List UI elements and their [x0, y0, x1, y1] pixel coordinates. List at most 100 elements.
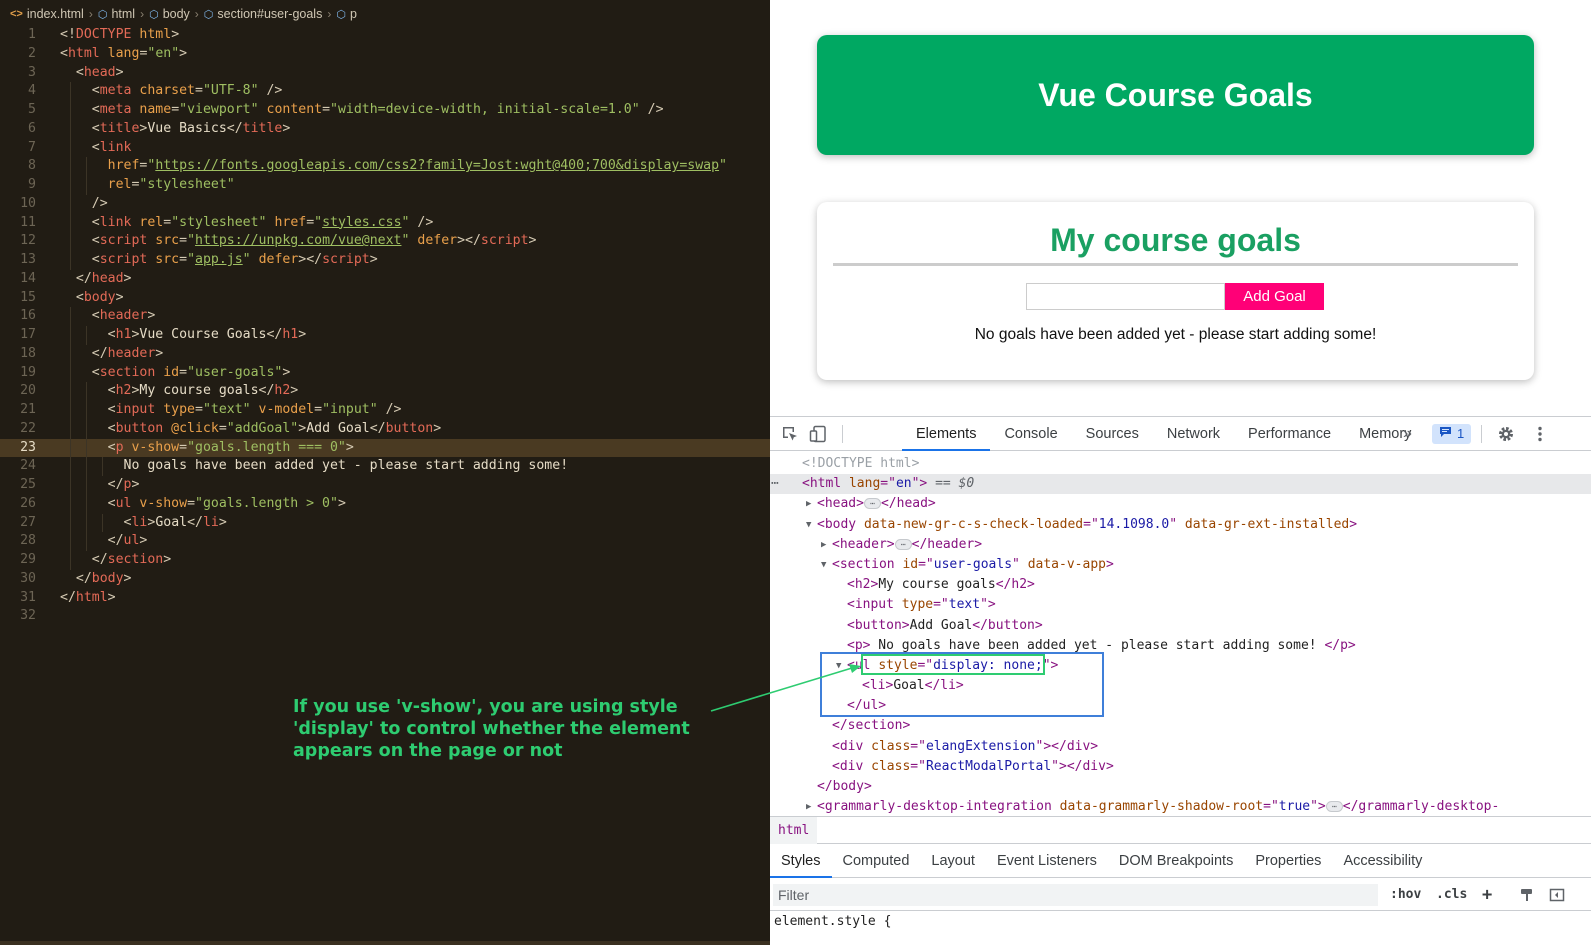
tab-elements[interactable]: Elements — [902, 417, 991, 451]
element-icon: ⬡ — [149, 8, 159, 21]
collapse-triangle-icon[interactable]: ▼ — [821, 555, 826, 575]
code-line[interactable]: 20 <h2>My course goals</h2> — [0, 382, 770, 401]
tab-accessibility[interactable]: Accessibility — [1332, 845, 1433, 878]
tab-console[interactable]: Console — [990, 417, 1071, 451]
tab-network[interactable]: Network — [1153, 417, 1234, 451]
line-code: <button @click="addGoal">Add Goal</butto… — [60, 420, 442, 436]
code-line[interactable]: 28 </ul> — [0, 532, 770, 551]
paint-brush-icon[interactable] — [1519, 879, 1535, 911]
dom-node[interactable]: ⋯ <html lang="en"> == $0 — [770, 474, 1591, 495]
tab-styles[interactable]: Styles — [770, 845, 832, 878]
code-line[interactable]: 31 </html> — [0, 589, 770, 608]
breadcrumb-body[interactable]: ⬡ body — [149, 7, 190, 21]
hover-state-toggle[interactable]: :hov — [1390, 879, 1421, 911]
dom-node[interactable]: <h2>My course goals</h2> — [770, 575, 1591, 595]
code-line[interactable]: 2 <html lang="en"> — [0, 45, 770, 64]
code-line[interactable]: 29 </section> — [0, 551, 770, 570]
expand-triangle-icon[interactable]: ▶ — [821, 535, 826, 555]
code-line[interactable]: 1 <!DOCTYPE html> — [0, 26, 770, 45]
breadcrumb-section[interactable]: ⬡ section#user-goals — [204, 7, 323, 21]
new-style-rule-icon[interactable]: + — [1482, 879, 1492, 911]
collapsed-content-icon[interactable]: ⋯ — [1325, 801, 1343, 813]
tab-performance[interactable]: Performance — [1234, 417, 1345, 451]
code-line[interactable]: 26 <ul v-show="goals.length > 0"> — [0, 494, 770, 514]
tab-computed[interactable]: Computed — [832, 845, 921, 878]
line-code: <input type="text" v-model="input" /> — [60, 402, 402, 417]
dom-node[interactable]: <button>Add Goal</button> — [770, 616, 1591, 636]
tab-memory[interactable]: Memory — [1345, 417, 1425, 451]
code-line[interactable]: 30 </body> — [0, 570, 770, 589]
code-line[interactable]: 5 <meta name="viewport" content="width=d… — [0, 101, 770, 120]
code-line[interactable]: 17 <h1>Vue Course Goals</h1> — [0, 326, 770, 345]
code-line[interactable]: 10 /> — [0, 194, 770, 214]
dom-node[interactable]: ▶ <grammarly-desktop-integration data-gra… — [770, 797, 1591, 816]
code-line[interactable]: 18 </header> — [0, 344, 770, 364]
device-toolbar-icon[interactable] — [804, 417, 832, 451]
dom-node[interactable]: </section> — [770, 716, 1591, 736]
settings-gear-icon[interactable] — [1492, 417, 1520, 451]
code-line[interactable]: 22 <button @click="addGoal">Add Goal</bu… — [0, 419, 770, 439]
tab-properties[interactable]: Properties — [1244, 845, 1332, 878]
more-options-icon[interactable] — [1526, 417, 1554, 451]
code-line[interactable]: 6 <title>Vue Basics</title> — [0, 119, 770, 139]
tab-layout[interactable]: Layout — [920, 845, 986, 878]
breadcrumb-html[interactable]: ⬡ html — [98, 7, 135, 21]
add-goal-button[interactable]: Add Goal — [1225, 283, 1324, 310]
dom-node[interactable]: ▼ <body data-new-gr-c-s-check-loaded="14.… — [770, 515, 1591, 535]
dom-node[interactable]: ▶ <head> ⋯ </head> — [770, 494, 1591, 514]
code-editor[interactable]: <> index.html › ⬡ html › ⬡ body › ⬡ section#… — [0, 0, 770, 945]
element-style-rule[interactable]: element.style { — [774, 914, 891, 929]
dom-node[interactable]: <div class="elangExtension"></div> — [770, 737, 1591, 757]
dom-tree[interactable]: <!DOCTYPE html> ⋯ <html lang="en"> == $0 ▶ <… — [770, 454, 1591, 816]
dom-node[interactable]: <!DOCTYPE html> — [770, 454, 1591, 474]
section-title: My course goals — [1050, 222, 1301, 258]
inspect-element-icon[interactable] — [776, 417, 804, 451]
code-line[interactable]: 13 <script src="app.js" defer></script> — [0, 251, 770, 270]
expand-triangle-icon[interactable]: ▶ — [806, 494, 811, 514]
code-line[interactable]: 16 <header> — [0, 307, 770, 326]
class-toggle[interactable]: .cls — [1436, 879, 1467, 911]
html-file-icon: <> — [10, 8, 23, 20]
code-line[interactable]: 23 <p v-show="goals.length === 0"> — [0, 438, 770, 458]
expand-triangle-icon[interactable]: ▶ — [806, 797, 811, 816]
goal-input[interactable] — [1026, 283, 1225, 310]
code-line[interactable]: 27 <li>Goal</li> — [0, 513, 770, 533]
tab-dom-breakpoints[interactable]: DOM Breakpoints — [1108, 845, 1244, 878]
code-line[interactable]: 7 <link — [0, 138, 770, 158]
tab-event-listeners[interactable]: Event Listeners — [986, 845, 1108, 878]
collapse-triangle-icon[interactable]: ▼ — [806, 515, 811, 535]
empty-goals-message: No goals have been added yet - please st… — [974, 326, 1377, 343]
collapsed-content-icon[interactable]: ⋯ — [863, 498, 881, 510]
node-ellipsis-icon[interactable]: ⋯ — [771, 474, 779, 494]
line-number: 18 — [20, 345, 36, 361]
code-line[interactable]: 11 <link rel="stylesheet" href="styles.c… — [0, 213, 770, 233]
tab-sources[interactable]: Sources — [1072, 417, 1153, 451]
code-line[interactable]: 9 rel="stylesheet" — [0, 176, 770, 195]
collapsed-content-icon[interactable]: ⋯ — [894, 538, 912, 550]
code-line[interactable]: 3 <head> — [0, 64, 770, 83]
code-line[interactable]: 24 No goals have been added yet - please… — [0, 457, 770, 476]
more-tabs-icon[interactable]: » — [1403, 417, 1412, 451]
breadcrumb-file[interactable]: <> index.html — [10, 7, 84, 21]
dom-node[interactable]: ▶ <header> ⋯ </header> — [770, 535, 1591, 555]
breadcrumb-html-node[interactable]: html — [770, 817, 818, 844]
code-line[interactable]: 32 — [0, 607, 770, 626]
code-line[interactable]: 21 <input type="text" v-model="input" /> — [0, 401, 770, 420]
code-line[interactable]: 4 <meta charset="UTF-8" /> — [0, 82, 770, 101]
code-line[interactable]: 19 <section id="user-goals"> — [0, 363, 770, 383]
code-line[interactable]: 15 <body> — [0, 289, 770, 308]
line-number: 9 — [28, 177, 36, 192]
styles-filter-input[interactable] — [773, 884, 1378, 906]
dom-node[interactable]: ▼ <section id="user-goals" data-v-app> — [770, 555, 1591, 575]
code-line[interactable]: 12 <script src="https://unpkg.com/vue@ne… — [0, 232, 770, 251]
dom-node[interactable]: <input type="text"> — [770, 595, 1591, 615]
code-line[interactable]: 25 </p> — [0, 476, 770, 495]
dom-node[interactable]: <div class="ReactModalPortal"></div> — [770, 757, 1591, 777]
code-line[interactable]: 14 </head> — [0, 270, 770, 289]
toggle-sidebar-icon[interactable] — [1549, 879, 1565, 911]
issues-badge[interactable]: 1 — [1432, 424, 1472, 444]
code-line[interactable]: 8 href="https://fonts.googleapis.com/css… — [0, 157, 770, 176]
dom-node[interactable]: </body> — [770, 777, 1591, 797]
code-lines[interactable]: 1 <!DOCTYPE html> 2 <html lang="en"> 3 <head… — [0, 26, 770, 626]
breadcrumb-p[interactable]: ⬡ p — [336, 7, 357, 21]
